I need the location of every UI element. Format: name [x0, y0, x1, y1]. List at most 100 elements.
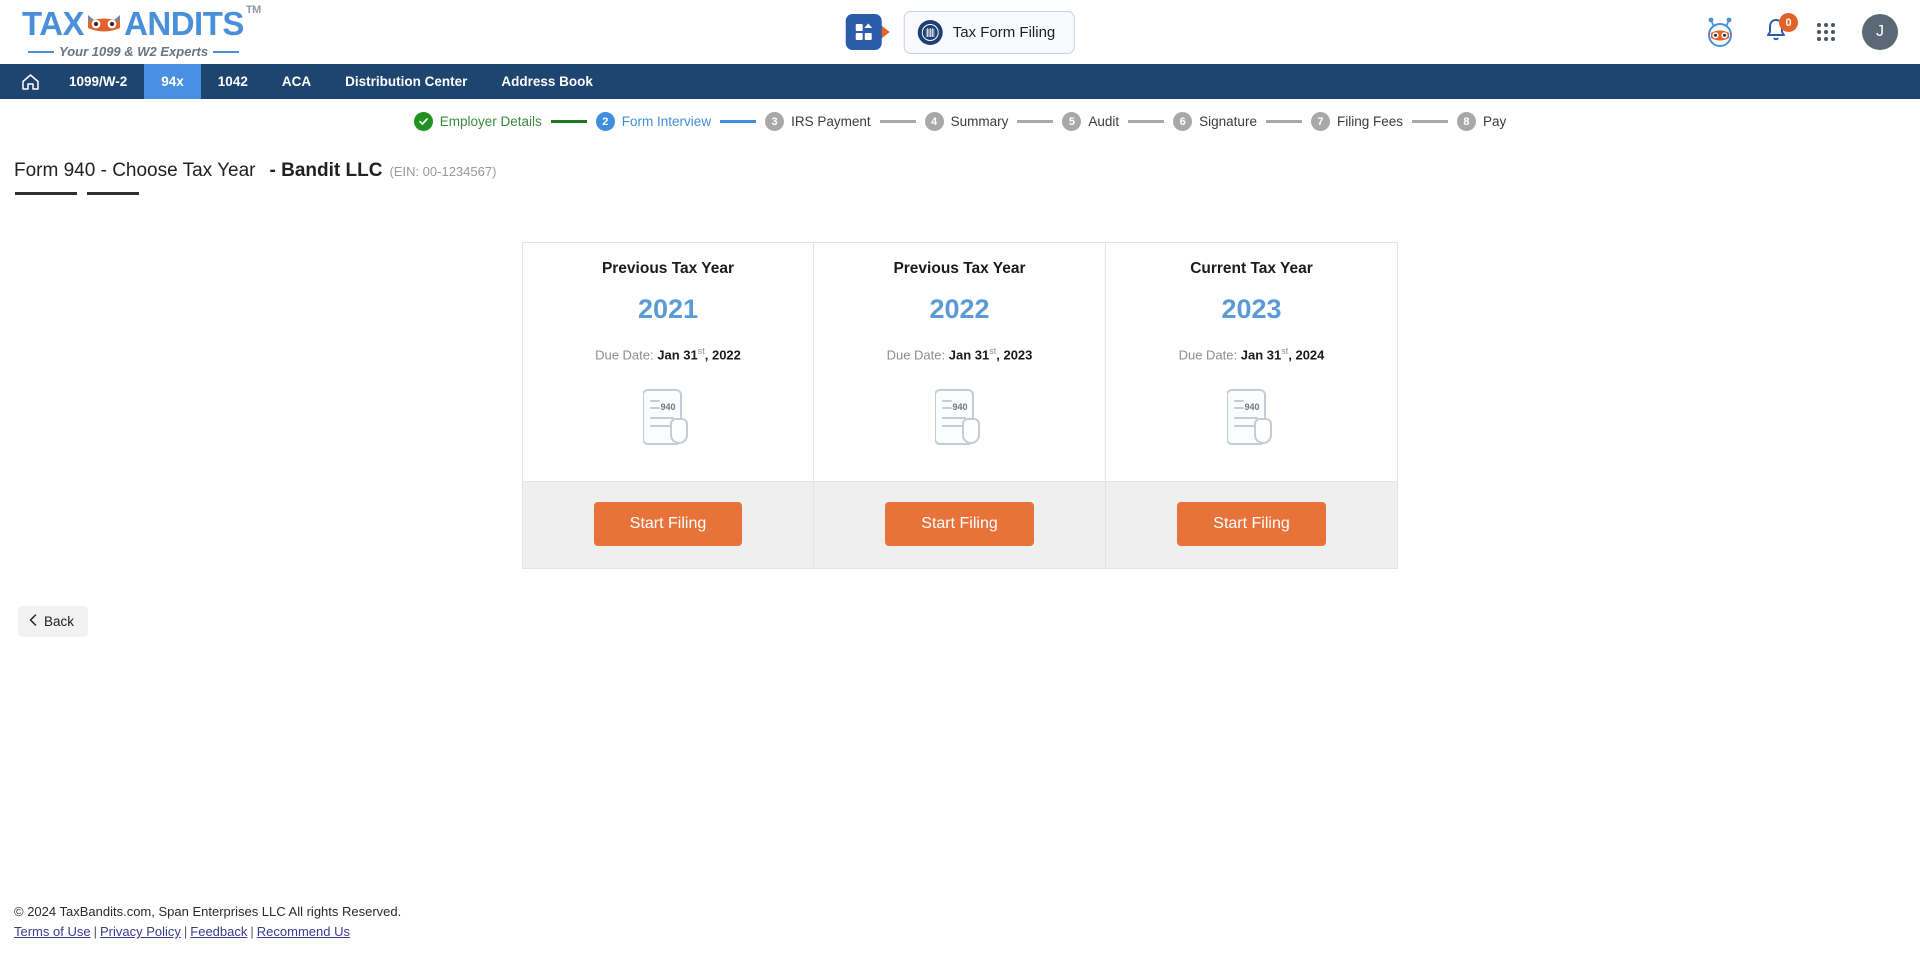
back-button[interactable]: Back	[18, 606, 89, 638]
irs-seal-icon	[917, 19, 943, 45]
grid-dot	[1824, 23, 1828, 27]
card-due-date: Due Date: Jan 31st, 2024	[1179, 346, 1325, 362]
home-icon	[21, 73, 39, 90]
footer-copyright: © 2024 TaxBandits.com, Span Enterprises …	[14, 904, 402, 919]
due-date-value: Jan 31	[657, 347, 698, 363]
bandit-mask-icon	[85, 9, 123, 42]
step-label-summary: Summary	[950, 114, 1009, 129]
step-label-form-interview: Form Interview	[621, 114, 712, 129]
footer-links: Terms of Use | Privacy Policy | Feedback | Rec…	[14, 924, 1920, 939]
logo-text-bandits: ANDITS	[124, 5, 244, 42]
taxbandits-logo[interactable]: TAX ANDITS TM Your 1099 & W2 Experts	[22, 5, 261, 60]
tagline-rule-left	[28, 50, 54, 53]
wizard-step-employer-details[interactable]: Employer Details	[413, 112, 542, 131]
tax-year-card-list: Previous Tax Year 2021 Due Date: Jan 31s…	[0, 242, 1920, 570]
page-footer: © 2024 TaxBandits.com, Span Enterprises …	[0, 904, 1920, 953]
footer-link-recommend-us[interactable]: Recommend Us	[257, 924, 350, 939]
grid-dot	[1817, 23, 1821, 27]
grid-dot	[1824, 37, 1828, 41]
wizard-connector	[1128, 120, 1165, 123]
dashboard-grid-icon	[855, 23, 873, 40]
tax-form-filing-button[interactable]: Tax Form Filing	[903, 10, 1075, 54]
back-button-row: Back	[0, 606, 1920, 638]
nav-home-button[interactable]	[8, 64, 52, 99]
page-title-line: Form 940 - Choose Tax Year - Bandit LLC …	[14, 160, 1920, 182]
tagline-text: Your 1099 & W2 Experts	[59, 44, 209, 59]
wizard-step-audit[interactable]: 5 Audit	[1062, 112, 1119, 131]
dashboard-button[interactable]	[845, 14, 882, 50]
user-avatar[interactable]: J	[1862, 14, 1898, 50]
step-bubble-check-icon	[413, 112, 433, 131]
apps-grid-icon[interactable]	[1817, 23, 1835, 41]
card-tax-year: 2023	[1221, 294, 1282, 324]
chevron-left-icon	[29, 614, 37, 629]
due-date-label: Due Date:	[595, 347, 654, 363]
due-date-year: , 2023	[996, 347, 1033, 363]
step-bubble-8: 8	[1456, 112, 1476, 131]
card-footer: Start Filing	[1106, 481, 1397, 569]
wizard-step-signature[interactable]: 6 Signature	[1173, 112, 1257, 131]
notifications-button[interactable]: 0	[1764, 13, 1798, 47]
step-label-signature: Signature	[1199, 114, 1257, 129]
nav-item-aca[interactable]: ACA	[265, 64, 328, 99]
title-underline-accent	[15, 192, 1920, 195]
footer-link-separator: |	[93, 924, 97, 939]
grid-dot	[1824, 30, 1828, 34]
step-bubble-2: 2	[595, 112, 615, 131]
wizard-step-pay[interactable]: 8 Pay	[1456, 112, 1507, 131]
due-date-label: Due Date:	[1178, 347, 1238, 363]
due-date-value: Jan 31	[1240, 347, 1282, 363]
footer-link-feedback[interactable]: Feedback	[190, 924, 247, 939]
header-center-actions: Tax Form Filing	[845, 10, 1075, 54]
step-bubble-4: 4	[924, 112, 944, 131]
step-bubble-7: 7	[1310, 112, 1330, 131]
main-navigation: 1099/W-2 94x 1042 ACA Distribution Cente…	[0, 64, 1920, 99]
page-title: Form 940 - Choose Tax Year	[14, 160, 256, 181]
nav-item-1099-w2[interactable]: 1099/W-2	[52, 64, 144, 99]
logo-tagline: Your 1099 & W2 Experts	[28, 44, 254, 59]
tax-form-filing-label: Tax Form Filing	[952, 23, 1056, 41]
wizard-step-irs-payment[interactable]: 3 IRS Payment	[765, 112, 871, 131]
footer-link-separator: |	[250, 924, 254, 939]
step-label-irs-payment: IRS Payment	[791, 114, 871, 129]
nav-item-address-book[interactable]: Address Book	[484, 64, 610, 99]
title-underline-segment	[87, 192, 139, 195]
svg-text:940: 940	[660, 402, 675, 412]
tax-year-card: Previous Tax Year 2022 Due Date: Jan 31s…	[814, 242, 1106, 570]
nav-item-distribution-center[interactable]: Distribution Center	[328, 64, 484, 99]
logo-wordmark: TAX ANDITS TM	[22, 5, 261, 42]
form-940-document-icon: 940	[642, 386, 693, 453]
card-tax-year: 2022	[929, 294, 990, 324]
due-date-value: Jan 31	[948, 347, 990, 363]
tax-year-card: Current Tax Year 2023 Due Date: Jan 31st…	[1106, 242, 1398, 570]
step-label-pay: Pay	[1482, 114, 1507, 129]
notification-count-badge: 0	[1779, 13, 1798, 32]
form-940-document-icon: 940	[933, 386, 985, 453]
wizard-step-form-interview[interactable]: 2 Form Interview	[595, 112, 712, 131]
wizard-connector	[550, 120, 587, 123]
wizard-connector	[720, 120, 757, 123]
footer-link-terms-of-use[interactable]: Terms of Use	[14, 924, 91, 939]
trademark-symbol: TM	[245, 4, 261, 16]
page-title-section: Form 940 - Choose Tax Year - Bandit LLC …	[0, 144, 1920, 195]
card-kicker-label: Previous Tax Year	[893, 260, 1026, 277]
due-date-label: Due Date:	[886, 347, 946, 363]
start-filing-button[interactable]: Start Filing	[1177, 502, 1326, 547]
wizard-step-summary[interactable]: 4 Summary	[924, 112, 1009, 131]
start-filing-button[interactable]: Start Filing	[885, 502, 1034, 547]
start-filing-button[interactable]: Start Filing	[593, 502, 743, 547]
title-underline-segment	[15, 192, 77, 195]
step-bubble-5: 5	[1062, 112, 1082, 131]
wizard-step-filing-fees[interactable]: 7 Filing Fees	[1310, 112, 1403, 131]
card-due-date: Due Date: Jan 31st, 2022	[595, 346, 741, 362]
step-label-filing-fees: Filing Fees	[1336, 114, 1403, 129]
nav-item-94x[interactable]: 94x	[144, 64, 201, 99]
nav-item-1042[interactable]: 1042	[201, 64, 265, 99]
wizard-connector	[879, 120, 916, 123]
bandit-bot-icon[interactable]	[1703, 15, 1737, 49]
footer-link-privacy-policy[interactable]: Privacy Policy	[100, 924, 181, 939]
card-kicker-label: Current Tax Year	[1190, 260, 1313, 277]
card-body: Current Tax Year 2023 Due Date: Jan 31st…	[1106, 243, 1397, 481]
back-button-label: Back	[44, 614, 75, 630]
grid-dot	[1817, 30, 1821, 34]
